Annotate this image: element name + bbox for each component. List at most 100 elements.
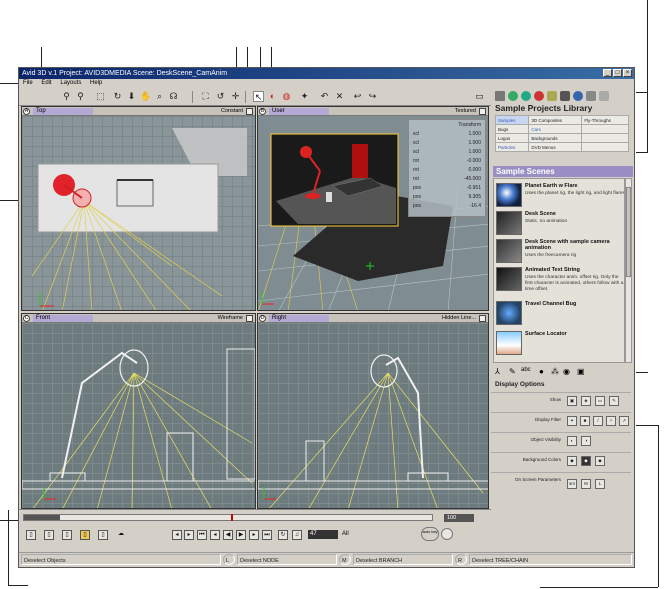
timeline-end-field[interactable]: 100 — [444, 514, 474, 522]
hand-icon[interactable]: ✋ — [140, 91, 151, 102]
maximize-viewport-icon[interactable] — [479, 315, 486, 322]
viewport-display-mode[interactable]: Constant — [221, 107, 243, 116]
filter-button[interactable]: ↗ — [619, 416, 629, 426]
down-arrow-icon[interactable]: ⬇ — [126, 91, 137, 102]
audio-button[interactable]: ♫ — [292, 530, 302, 540]
scene-item[interactable]: Animated Text String Uses the character … — [496, 266, 624, 298]
rotate-icon[interactable]: ↺ — [215, 91, 226, 102]
close-button[interactable]: × — [623, 69, 632, 77]
autokey-toggle[interactable]: auto key — [421, 527, 439, 541]
minimize-button[interactable]: _ — [603, 69, 612, 77]
viewport-view-dropdown[interactable]: Right — [269, 315, 329, 322]
timeline-playhead[interactable] — [231, 514, 233, 521]
delete-icon[interactable]: ✕ — [334, 91, 345, 102]
viewport-display-mode[interactable]: Textured — [455, 107, 476, 116]
axis-tool-icon[interactable]: ⅄ — [495, 367, 500, 376]
maximize-viewport-icon[interactable] — [246, 108, 253, 115]
brush-icon[interactable]: ✎ — [509, 367, 516, 376]
paint-icon[interactable]: ◐ — [267, 91, 278, 102]
current-frame-field[interactable]: 47 — [308, 530, 338, 539]
material-icon[interactable] — [534, 91, 544, 101]
viewport-view-dropdown[interactable]: User — [269, 108, 329, 115]
transform-row[interactable]: scl 1.000 — [413, 149, 485, 157]
select-tool-icon[interactable]: ↖ — [253, 91, 264, 102]
transform-row[interactable]: rot -0.000 — [413, 158, 485, 166]
transform-value[interactable]: -45.000 — [464, 176, 481, 182]
transform-row[interactable]: rot -45.000 — [413, 176, 485, 184]
background-color-button[interactable]: ◆ — [567, 456, 577, 466]
transform-row[interactable]: rot 0.000 — [413, 167, 485, 175]
library-category[interactable]: Fly-Throughs — [581, 115, 629, 125]
play-button[interactable]: ▶ — [236, 530, 246, 540]
transform-value[interactable]: -0.000 — [467, 158, 481, 164]
scene-item[interactable]: Travel Channel Bug — [496, 300, 624, 328]
maximize-viewport-icon[interactable] — [246, 315, 253, 322]
step-forward-button[interactable]: ▸ — [249, 530, 259, 540]
undo-curve-icon[interactable]: ↶ — [319, 91, 330, 102]
link-icon[interactable] — [599, 91, 609, 101]
filter-button[interactable]: ✦ — [567, 416, 577, 426]
viewport-display-mode[interactable]: Wireframe — [218, 314, 243, 323]
show-button[interactable]: ▭ — [595, 396, 605, 406]
next-key-button[interactable]: ▸ — [184, 530, 194, 540]
prev-key-button[interactable]: ◂ — [172, 530, 182, 540]
viewport-canvas[interactable] — [22, 116, 255, 310]
title-bar[interactable]: Avid 3D v.1 Project: AVID3DMEDIA Scene: … — [19, 68, 634, 79]
transform-value[interactable]: 1.000 — [468, 131, 481, 137]
menu-edit[interactable]: Edit — [41, 79, 51, 88]
tools-icon[interactable] — [560, 91, 570, 101]
transform-value[interactable]: -0.951 — [467, 185, 481, 191]
scene-item[interactable]: Desk Scene Static, no animation — [496, 210, 624, 238]
scene-item[interactable]: Surface Locator — [496, 330, 624, 358]
show-button[interactable]: ▣ — [567, 396, 577, 406]
transform-row[interactable]: scl 1.000 — [413, 140, 485, 148]
eye-icon[interactable]: ◉ — [563, 367, 570, 376]
filter-button[interactable]: ✧ — [606, 416, 616, 426]
redo-icon[interactable]: ↪ — [367, 91, 378, 102]
undo-icon[interactable]: ↩ — [352, 91, 363, 102]
viewport-user[interactable]: B User Textured Transform scl 1.000 scl … — [257, 106, 489, 311]
maximize-viewport-icon[interactable] — [479, 108, 486, 115]
viewport-canvas[interactable]: Transform scl 1.000 scl 1.000 scl 1.000 rot… — [258, 116, 488, 310]
transform-row[interactable]: pos 9.305 — [413, 194, 485, 202]
filter-button[interactable]: ■ — [580, 416, 590, 426]
viewport-canvas[interactable] — [22, 323, 255, 508]
menu-file[interactable]: File — [23, 79, 33, 88]
library-category[interactable]: Cars — [528, 124, 583, 134]
background-color-button[interactable]: ◆ — [595, 456, 605, 466]
transform-row[interactable]: scl 1.000 — [413, 131, 485, 139]
rig-icon[interactable] — [586, 91, 596, 101]
show-button[interactable]: ✎ — [609, 396, 619, 406]
library-category[interactable]: 3D Composites — [528, 115, 583, 125]
view-layout-2-button[interactable]: ▯ — [44, 530, 54, 540]
library-category[interactable]: Backgrounds — [528, 133, 583, 143]
star-icon[interactable]: ✦ — [299, 91, 310, 102]
headphones-icon[interactable]: ☊ — [168, 91, 179, 102]
layout-icon[interactable]: ▭ — [474, 91, 485, 102]
viewport-view-dropdown[interactable]: Front — [33, 315, 93, 322]
earth-icon[interactable] — [573, 91, 583, 101]
transform-value[interactable]: 9.305 — [468, 194, 481, 200]
display-options-icon[interactable]: ▣ — [577, 367, 585, 376]
transform-row[interactable]: pos -16.4 — [413, 203, 485, 211]
drop-icon[interactable]: ● — [539, 367, 544, 376]
viewport-canvas[interactable] — [258, 323, 488, 508]
binoculars-orbit-icon[interactable]: ⚲ — [75, 91, 86, 102]
visibility-button[interactable]: ◐ — [567, 436, 577, 446]
param-size-button[interactable]: L — [595, 479, 605, 489]
scene-item[interactable]: Planet Earth w Flare Uses the planet rig… — [496, 182, 624, 210]
step-back-button[interactable]: ◂ — [210, 530, 220, 540]
view-layout-3-button[interactable]: ▯ — [62, 530, 72, 540]
param-size-button[interactable]: sm — [567, 479, 577, 489]
viewport-right[interactable]: D Right Hidden Line... — [257, 313, 489, 509]
key-button[interactable] — [441, 528, 453, 540]
view-layout-4-button[interactable]: ▯ — [80, 530, 90, 540]
view-layout-5-button[interactable]: ▯ — [98, 530, 108, 540]
viewport-view-dropdown[interactable]: Top — [33, 108, 93, 115]
library-category[interactable]: Samples — [494, 115, 530, 125]
menu-layouts[interactable]: Layouts — [60, 79, 81, 88]
refresh-icon[interactable]: ↻ — [112, 91, 123, 102]
visibility-button[interactable]: ◑ — [581, 436, 591, 446]
camera-icon[interactable] — [547, 91, 557, 101]
maximize-button[interactable]: □ — [613, 69, 622, 77]
